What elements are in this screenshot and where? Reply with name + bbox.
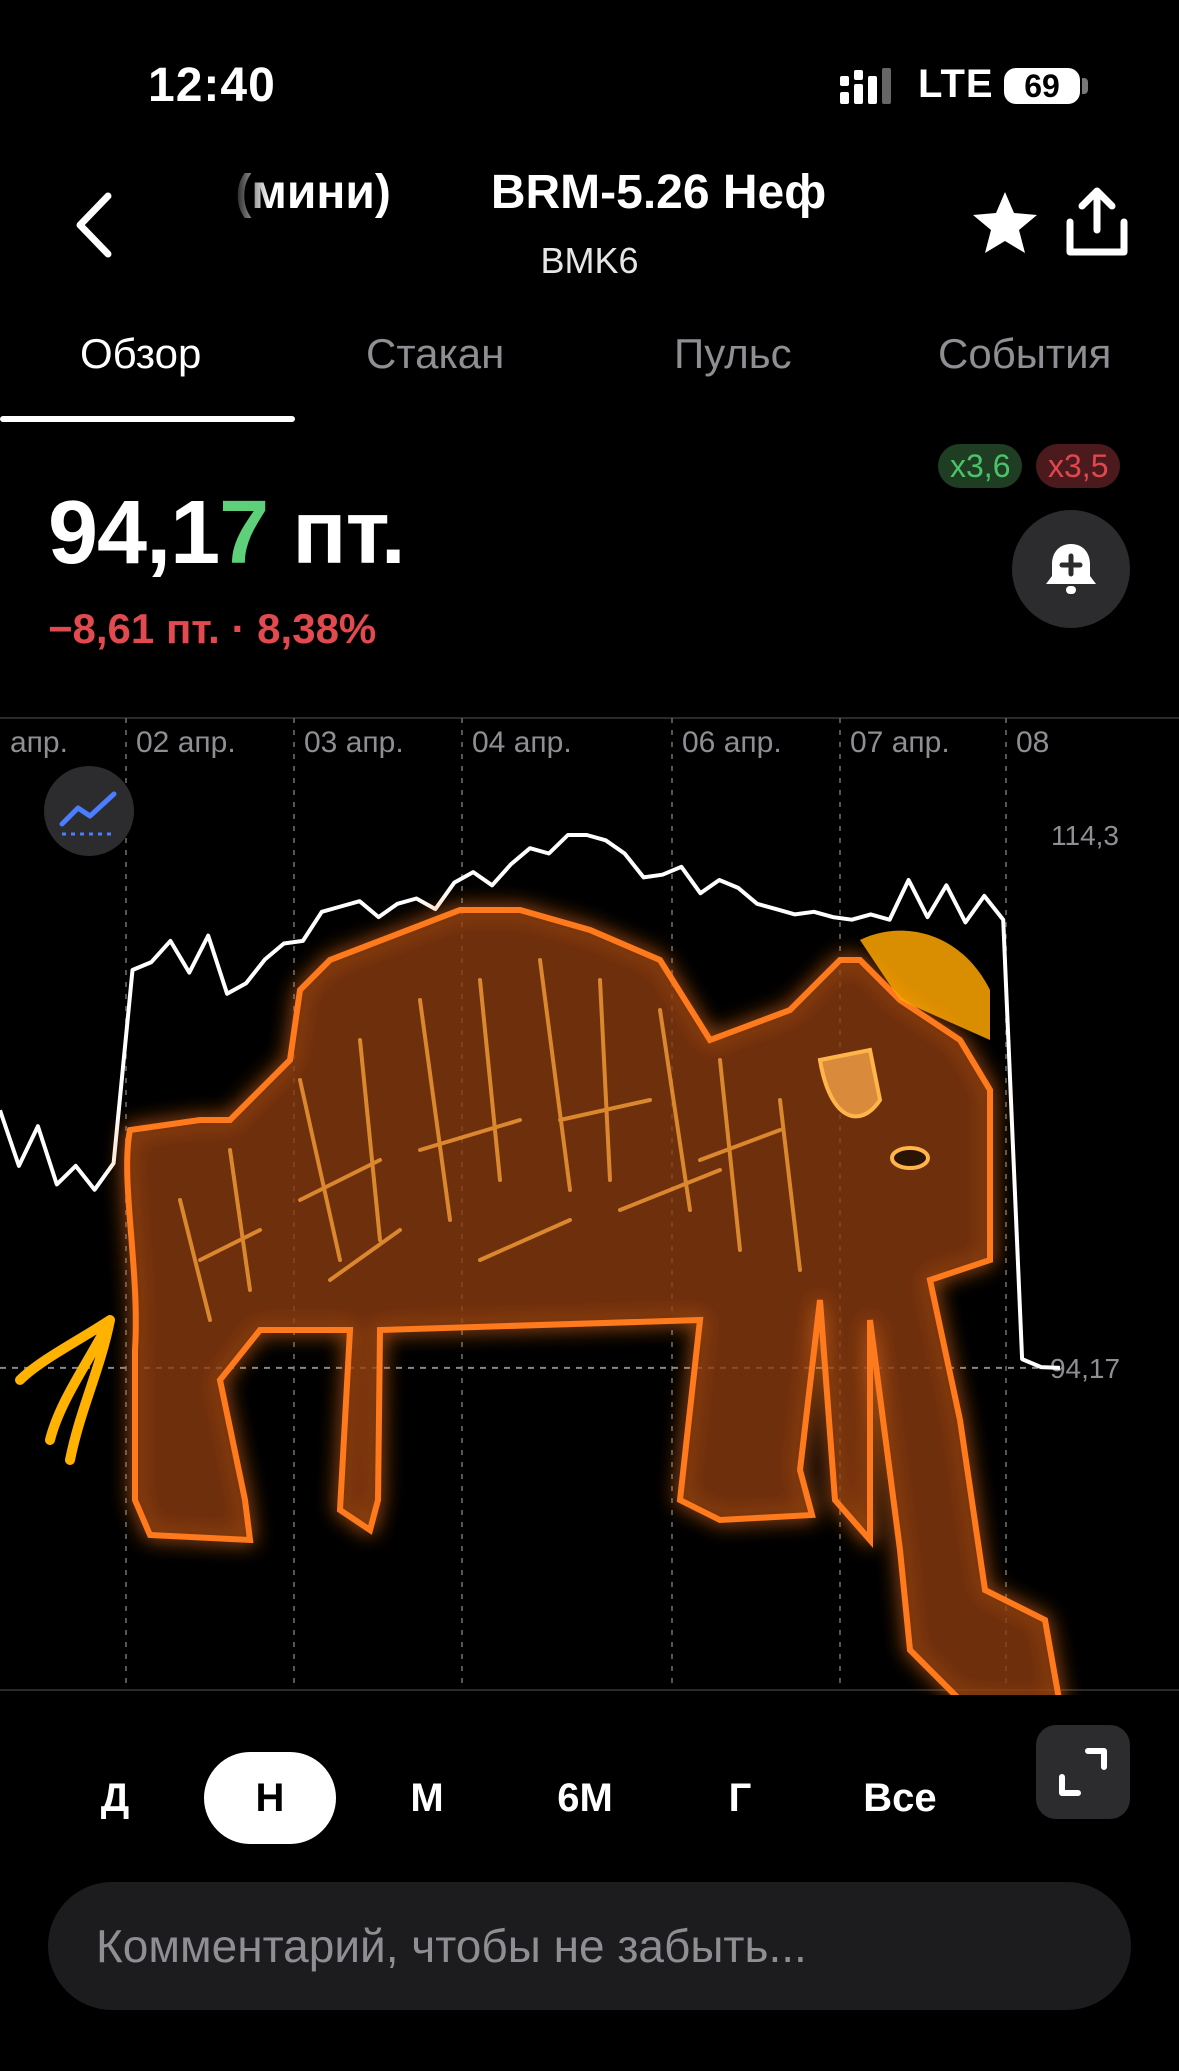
price-chart[interactable]: апр. 02 апр. 03 апр. 04 апр. 06 апр. 07 апр. 0…: [0, 715, 1179, 1695]
expand-chart-button[interactable]: [1036, 1725, 1130, 1819]
expand-icon: [1059, 1748, 1107, 1796]
chart-x-tick-label: 08: [1016, 726, 1049, 759]
chart-x-tick-label: апр.: [10, 726, 68, 759]
chart-x-tick-label: 06 апр.: [682, 726, 782, 759]
network-type: LTE: [918, 62, 994, 106]
period-all[interactable]: Все: [840, 1752, 960, 1844]
price-unit: пт.: [268, 483, 406, 583]
chart-x-tick-label: 02 апр.: [136, 726, 236, 759]
favorite-star-icon[interactable]: [970, 188, 1040, 258]
indicator-chart-button[interactable]: [44, 766, 134, 856]
leverage-long-badge: x3,6: [938, 444, 1023, 488]
indicator-chart-icon: [59, 791, 117, 836]
price-last-digit: 7: [219, 483, 269, 583]
price-change: −8,61 пт. · 8,38%: [48, 605, 377, 652]
period-day[interactable]: Д: [80, 1752, 150, 1844]
chart-y-tick-label: 114,3: [1051, 820, 1119, 851]
share-icon[interactable]: [1062, 186, 1132, 260]
chart-y-tick-label: 94,17: [1050, 1353, 1120, 1384]
chart-x-tick-label: 04 апр.: [472, 726, 572, 759]
period-year[interactable]: Г: [705, 1752, 775, 1844]
cellular-signal-icon: [840, 68, 891, 104]
chart-x-tick-label: 07 апр.: [850, 726, 950, 759]
tab-overview[interactable]: Обзор: [80, 330, 201, 378]
tab-pulse[interactable]: Пульс: [674, 330, 792, 378]
period-month[interactable]: М: [392, 1752, 462, 1844]
tab-active-indicator: [0, 416, 295, 422]
comment-input[interactable]: Комментарий, чтобы не забыть...: [48, 1882, 1131, 2010]
tab-order-book[interactable]: Стакан: [366, 330, 504, 378]
battery-icon: 69: [1004, 68, 1080, 104]
leverage-short-badge: x3,5: [1036, 444, 1121, 488]
instrument-title-marquee: ent (мини) BRM-5.26 Неф: [230, 165, 942, 235]
price-main: 94,1: [48, 483, 220, 583]
status-time: 12:40: [148, 59, 276, 112]
price-alert-button[interactable]: [1012, 510, 1130, 628]
tab-events[interactable]: События: [938, 330, 1111, 378]
instrument-title-right: BRM-5.26 Неф: [490, 166, 827, 219]
chart-x-tick-label: 03 апр.: [304, 726, 404, 759]
period-week[interactable]: Н: [204, 1752, 336, 1844]
instrument-title-left: ent (мини): [230, 166, 391, 219]
period-6months[interactable]: 6М: [530, 1752, 640, 1844]
bell-plus-icon: [1046, 544, 1096, 594]
mammoth-doodle: [15, 907, 1062, 1695]
current-price: 94,17 пт.: [48, 482, 406, 585]
battery-tip: [1082, 78, 1088, 94]
